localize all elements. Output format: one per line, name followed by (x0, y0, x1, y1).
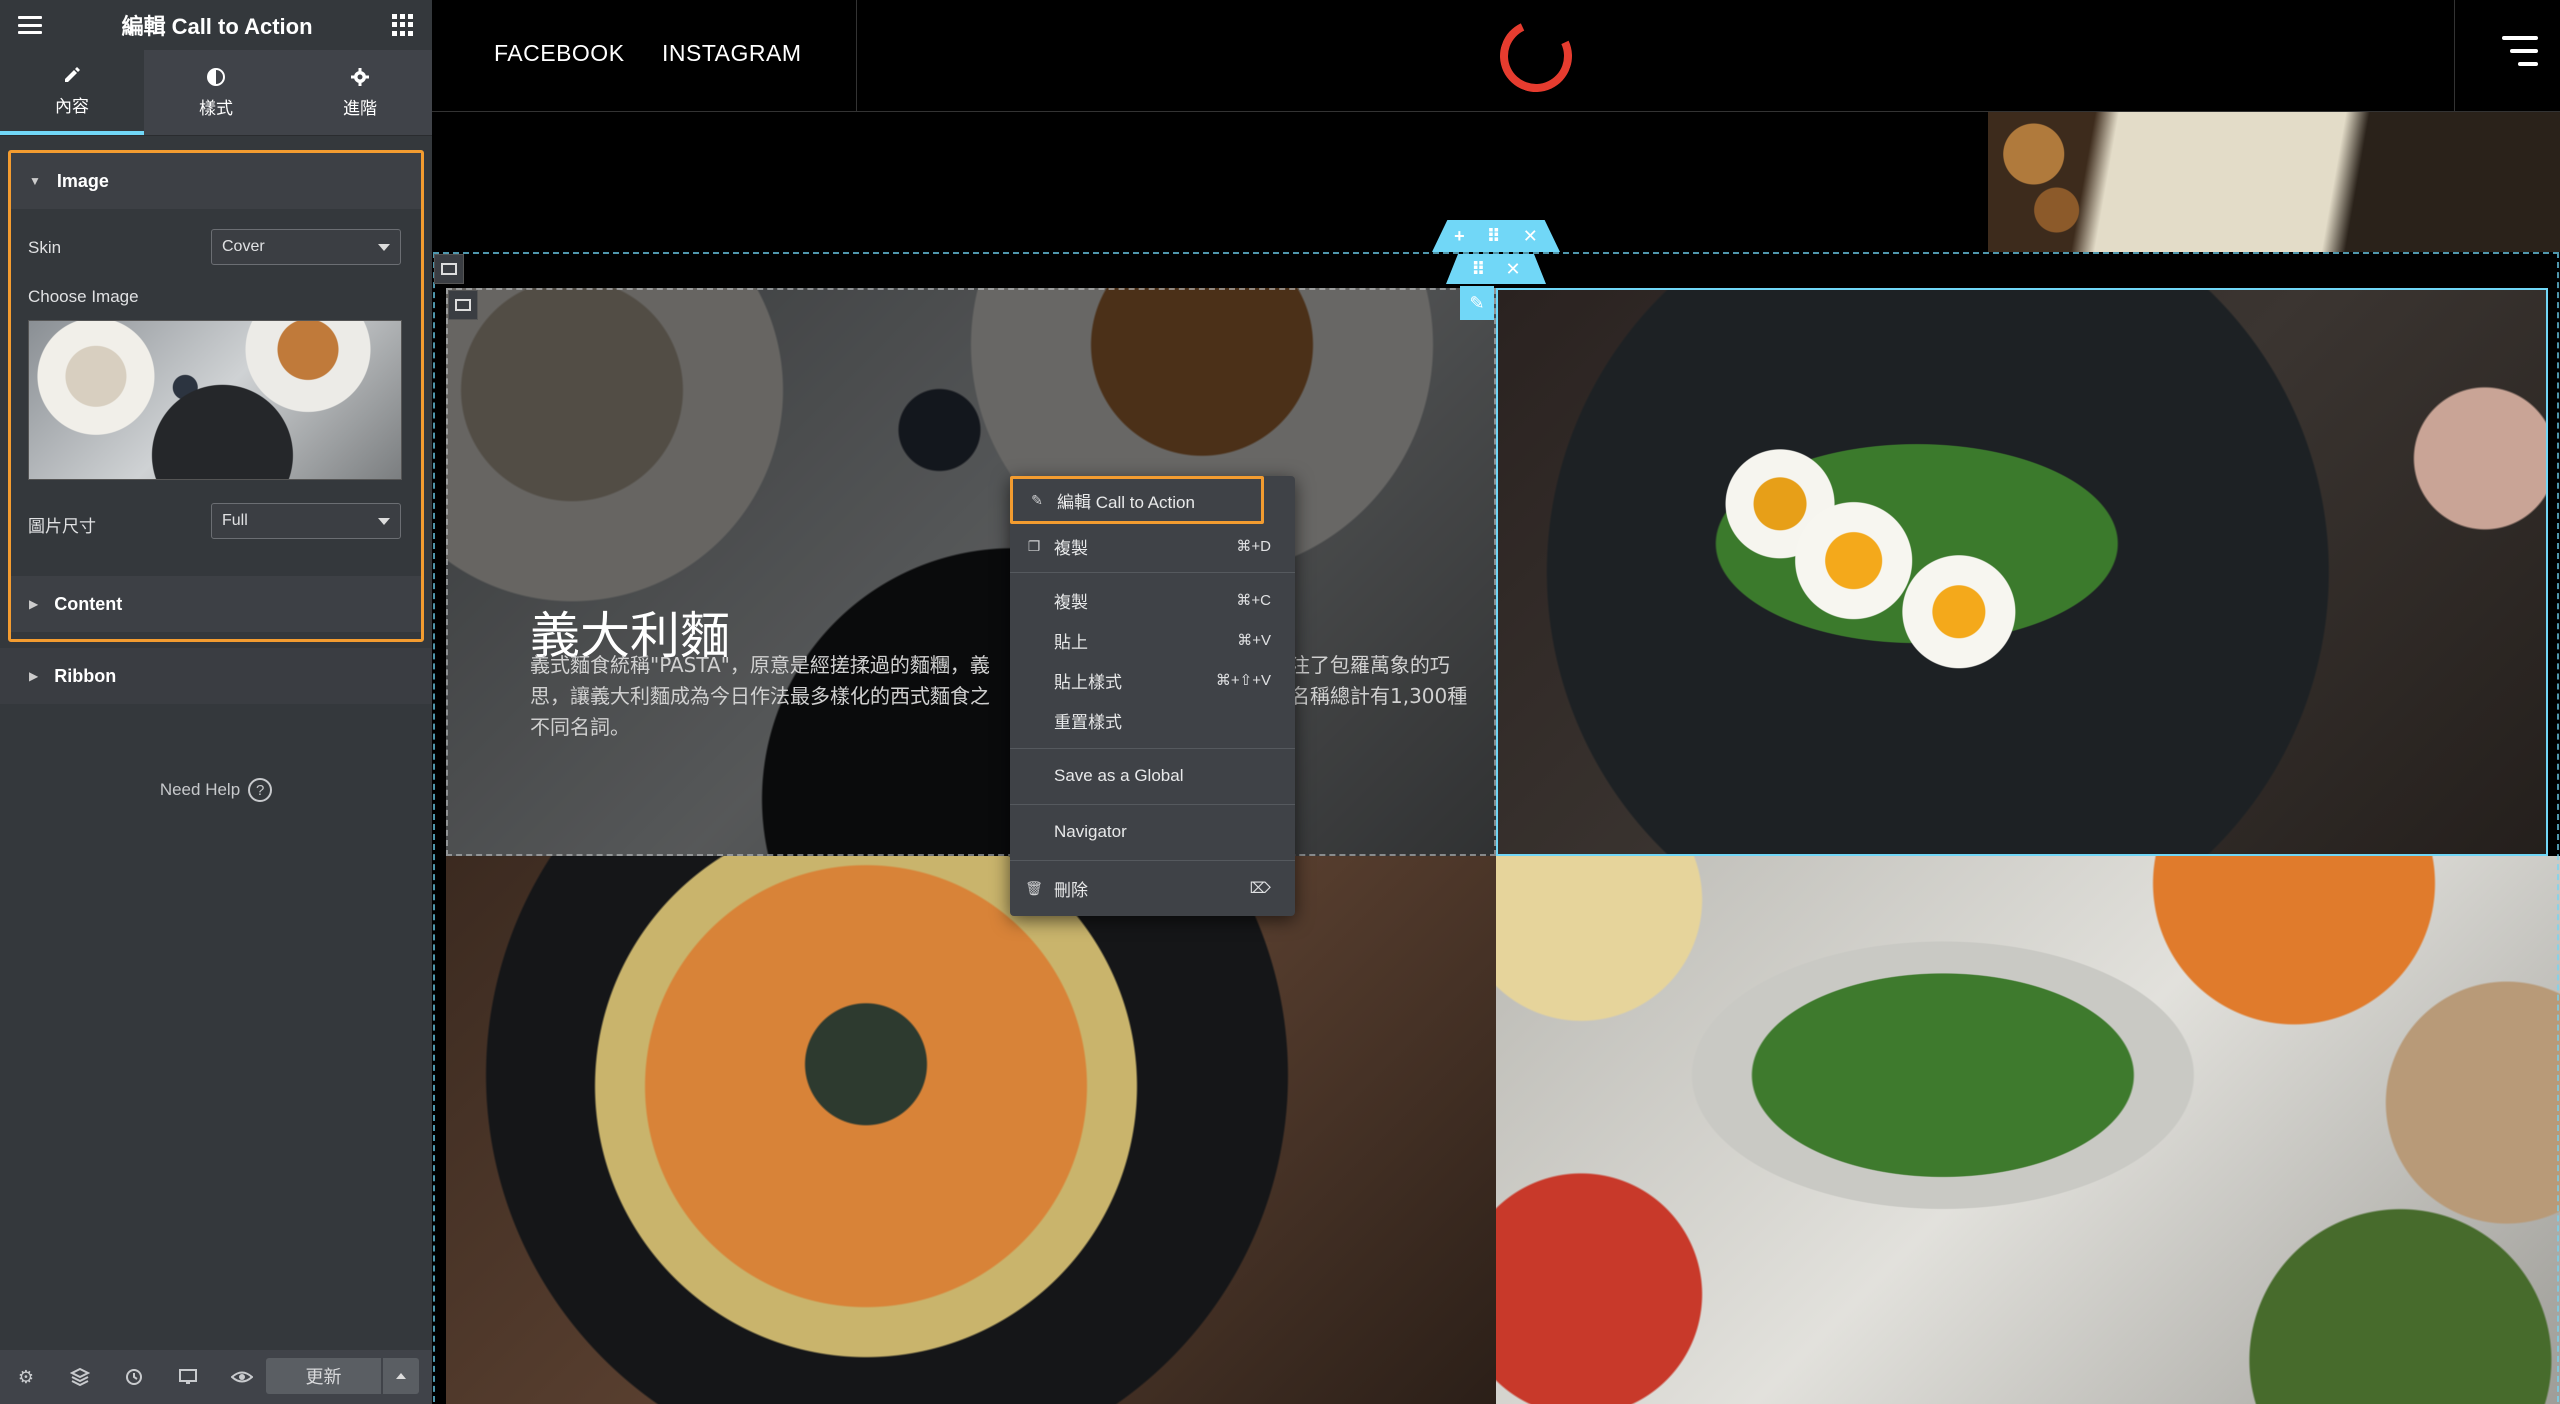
ctx-duplicate[interactable]: ❐ 複製 ⌘+D (1010, 526, 1295, 566)
ctx-paste-style[interactable]: 貼上樣式 ⌘+⇧+V (1010, 660, 1295, 700)
add-icon[interactable]: + (1454, 226, 1465, 247)
skin-label: Skin (28, 238, 62, 257)
skin-select[interactable]: Cover (211, 229, 401, 265)
tab-advanced[interactable]: 進階 (288, 50, 432, 135)
contrast-icon (205, 66, 227, 88)
drag-handle-icon[interactable]: ⠿ (1471, 259, 1485, 280)
drag-handle-icon[interactable]: ⠿ (1487, 226, 1501, 247)
panel-header: 編輯 Call to Action (0, 0, 432, 50)
need-help-link[interactable]: Need Help ? (0, 778, 432, 802)
nav-link-instagram[interactable]: INSTAGRAM (662, 40, 802, 67)
choose-image-label: Choose Image (28, 287, 139, 306)
widgets-grid-icon[interactable] (391, 14, 414, 36)
ctx-edit-label: 編輯 Call to Action (1057, 492, 1195, 512)
site-menu-icon[interactable] (2502, 36, 2538, 66)
ctx-paste[interactable]: 貼上 ⌘+V (1010, 620, 1295, 660)
site-header: FACEBOOK INSTAGRAM (432, 0, 2560, 112)
trash-icon: 🗑 (1025, 879, 1043, 896)
section-ribbon-title: Ribbon (54, 665, 117, 686)
section-content-title: Content (54, 593, 123, 614)
ctx-reset-style[interactable]: 重置樣式 (1010, 700, 1295, 740)
column-layout-icon[interactable] (448, 290, 478, 320)
gear-icon (349, 66, 371, 88)
site-logo[interactable] (1489, 9, 1583, 103)
tab-advanced-label: 進階 (343, 99, 377, 118)
caret-down-icon: ▼ (29, 174, 41, 188)
tab-content[interactable]: 內容 (0, 50, 144, 135)
settings-icon[interactable]: ⚙ (14, 1365, 38, 1389)
image-size-select[interactable]: Full (211, 503, 401, 539)
panel-tabs: 內容 樣式 進階 (0, 50, 432, 136)
pencil-icon: ✎ (1031, 491, 1043, 508)
ctx-delete[interactable]: 🗑 刪除 ⌦ (1010, 868, 1295, 908)
section-ribbon-toggle[interactable]: ▶ Ribbon (0, 648, 432, 704)
pencil-icon (61, 64, 83, 86)
chevron-down-icon (378, 243, 390, 251)
caret-right-icon: ▶ (29, 597, 39, 611)
tab-style-label: 樣式 (199, 99, 233, 118)
tab-content-label: 內容 (55, 97, 89, 116)
image-size-label: 圖片尺寸 (28, 517, 96, 536)
update-options-button[interactable] (383, 1358, 419, 1394)
chevron-up-icon (396, 1373, 406, 1379)
section-image-title: Image (56, 170, 109, 191)
ctx-copy[interactable]: 複製 ⌘+C (1010, 580, 1295, 620)
preview-eye-icon[interactable] (230, 1365, 254, 1389)
ctx-save-global[interactable]: Save as a Global (1010, 756, 1295, 796)
duplicate-icon: ❐ (1027, 537, 1041, 554)
delete-key-icon: ⌦ (1249, 880, 1271, 897)
section-content-toggle[interactable]: ▶ Content (11, 576, 421, 632)
image-size-select-value: Full (222, 512, 248, 529)
update-button[interactable]: 更新 (266, 1358, 381, 1394)
ctx-navigator[interactable]: Navigator (1010, 812, 1295, 852)
header-divider (856, 0, 857, 112)
history-icon[interactable] (122, 1365, 146, 1389)
menu-divider (1010, 748, 1295, 749)
chevron-down-icon (378, 517, 390, 525)
header-divider (2454, 0, 2455, 112)
panel-title: 編輯 Call to Action (121, 14, 313, 39)
menu-divider (1010, 860, 1295, 861)
site-preview: FACEBOOK INSTAGRAM + ⠿ ✕ ⠿ ✕ ✎ 義大利麵 義式麵食… (432, 0, 2560, 1404)
editor-root: 編輯 Call to Action 內容 樣式 進階 ▼ Image Skin … (0, 0, 2560, 1404)
cta-description: 義式麵食統稱"PASTA"，原意是經搓揉過的麵糰，義 注了包羅萬象的巧思，讓義大… (530, 653, 1468, 739)
responsive-desktop-icon[interactable] (176, 1365, 200, 1389)
menu-icon[interactable] (18, 16, 42, 34)
hero-image-peek (1988, 112, 2560, 252)
nav-link-facebook[interactable]: FACEBOOK (494, 40, 625, 67)
menu-divider (1010, 572, 1295, 573)
menu-divider (1010, 804, 1295, 805)
layers-icon[interactable] (68, 1365, 92, 1389)
context-menu: ✎ 編輯 Call to Action ❐ 複製 ⌘+D 複製 ⌘+C 貼上 ⌘… (1010, 476, 1295, 916)
close-icon[interactable]: ✕ (1505, 259, 1520, 280)
section-image-toggle[interactable]: ▼ Image (11, 153, 421, 209)
section-column-icon[interactable] (434, 254, 464, 284)
editor-panel: 編輯 Call to Action 內容 樣式 進階 ▼ Image Skin … (0, 0, 432, 1404)
section-outline (433, 252, 2559, 1404)
help-icon: ? (248, 778, 273, 802)
edit-widget-pencil-icon[interactable]: ✎ (1460, 286, 1494, 320)
caret-right-icon: ▶ (29, 669, 39, 683)
tab-style[interactable]: 樣式 (144, 50, 288, 135)
inner-section-handle[interactable]: ⠿ ✕ (1446, 254, 1546, 284)
section-handle[interactable]: + ⠿ ✕ (1432, 220, 1560, 252)
skin-select-value: Cover (222, 238, 265, 255)
ctx-edit-cta[interactable]: ✎ 編輯 Call to Action (1010, 476, 1264, 524)
close-icon[interactable]: ✕ (1523, 226, 1538, 247)
image-chooser-thumbnail[interactable] (28, 320, 402, 480)
need-help-label: Need Help (159, 780, 241, 799)
